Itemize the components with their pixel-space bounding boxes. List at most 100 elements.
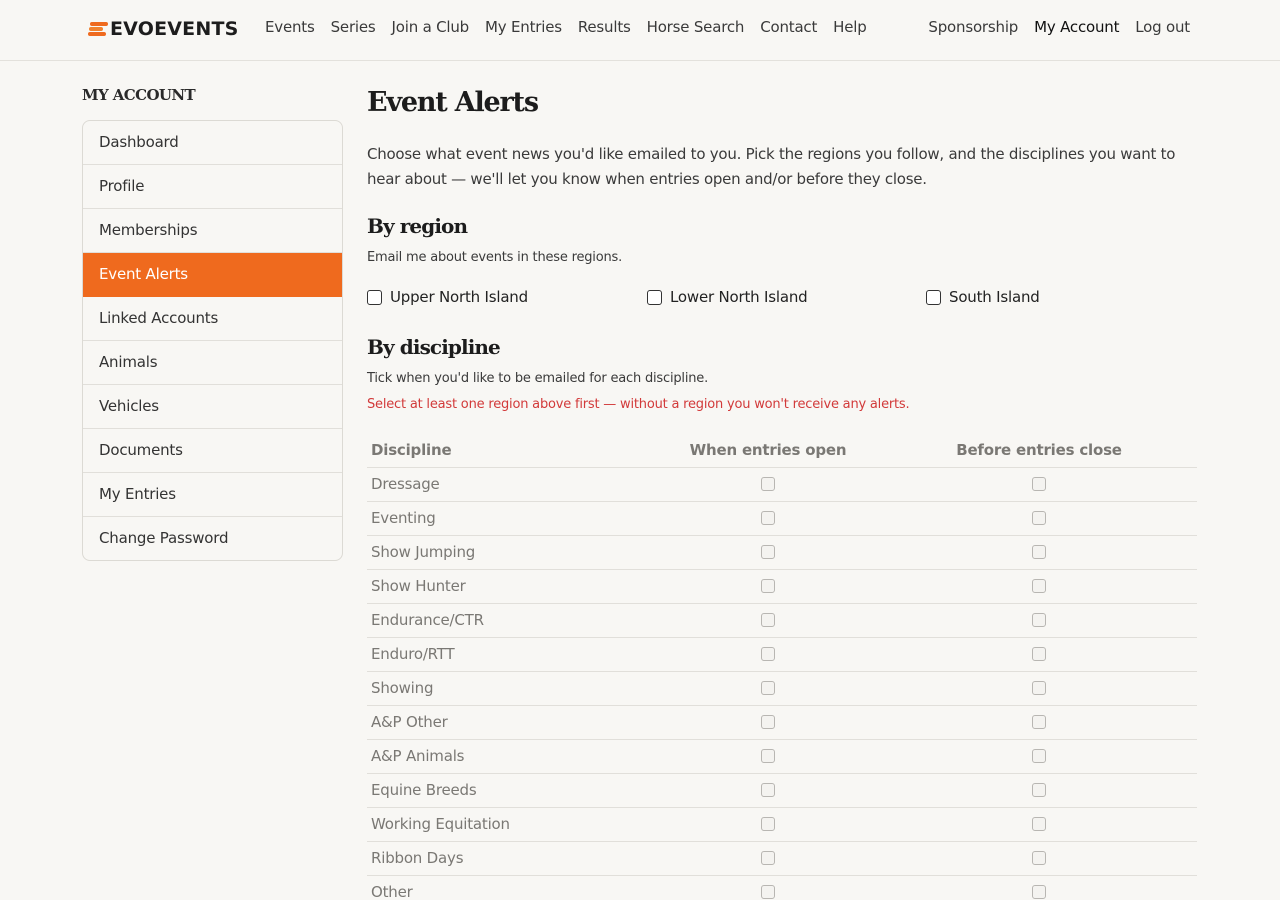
nav-link-events[interactable]: Events	[265, 18, 315, 36]
discipline-name: Equine Breeds	[367, 773, 655, 808]
table-row: Working Equitation	[367, 807, 1197, 842]
cell-entries-open	[655, 739, 881, 774]
region-option-south-island[interactable]: South Island	[926, 288, 1040, 306]
cell-entries-open	[655, 467, 881, 502]
discipline-name: Eventing	[367, 501, 655, 536]
region-label: South Island	[949, 288, 1040, 306]
region-checkbox[interactable]	[926, 289, 941, 305]
table-row: Showing	[367, 671, 1197, 706]
cell-entries-open	[655, 535, 881, 570]
entries-close-checkbox[interactable]	[1032, 749, 1046, 763]
entries-open-checkbox[interactable]	[761, 715, 775, 729]
entries-close-checkbox[interactable]	[1032, 647, 1046, 661]
cell-entries-close	[881, 773, 1197, 808]
sidebar-item-linked-accounts[interactable]: Linked Accounts	[83, 297, 342, 341]
entries-open-checkbox[interactable]	[761, 749, 775, 763]
entries-close-checkbox[interactable]	[1032, 783, 1046, 797]
sidebar-item-my-entries[interactable]: My Entries	[83, 473, 342, 517]
discipline-name: Other	[367, 875, 655, 900]
region-required-warning: Select at least one region above first —…	[367, 397, 910, 412]
discipline-name: Enduro/RTT	[367, 637, 655, 672]
discipline-name: Endurance/CTR	[367, 603, 655, 638]
region-section-subtitle: Email me about events in these regions.	[367, 250, 623, 265]
entries-open-checkbox[interactable]	[761, 681, 775, 695]
discipline-alerts-table: Discipline When entries open Before entr…	[367, 433, 1197, 900]
entries-close-checkbox[interactable]	[1032, 511, 1046, 525]
nav-link-my-account[interactable]: My Account	[1034, 18, 1119, 36]
entries-open-checkbox[interactable]	[761, 545, 775, 559]
cell-entries-close	[881, 637, 1197, 672]
sidebar-heading: MY ACCOUNT	[82, 86, 196, 104]
nav-link-join-a-club[interactable]: Join a Club	[392, 18, 470, 36]
entries-close-checkbox[interactable]	[1032, 885, 1046, 899]
cell-entries-open	[655, 671, 881, 706]
entries-open-checkbox[interactable]	[761, 477, 775, 491]
table-row: A&P Other	[367, 705, 1197, 740]
table-row: A&P Animals	[367, 739, 1197, 774]
nav-link-horse-search[interactable]: Horse Search	[647, 18, 745, 36]
entries-close-checkbox[interactable]	[1032, 579, 1046, 593]
main-nav: Events Series Join a Club My Entries Results…	[265, 18, 883, 36]
cell-entries-close	[881, 569, 1197, 604]
discipline-section-title: By discipline	[367, 335, 501, 359]
discipline-section-subtitle: Tick when you'd like to be emailed for e…	[367, 371, 708, 386]
logo-mark-icon	[88, 20, 108, 38]
entries-close-checkbox[interactable]	[1032, 715, 1046, 729]
entries-close-checkbox[interactable]	[1032, 681, 1046, 695]
entries-close-checkbox[interactable]	[1032, 545, 1046, 559]
entries-close-checkbox[interactable]	[1032, 851, 1046, 865]
account-nav: Sponsorship My Account Log out	[928, 18, 1190, 36]
entries-close-checkbox[interactable]	[1032, 477, 1046, 491]
region-checkbox[interactable]	[647, 289, 662, 305]
discipline-name: Dressage	[367, 467, 655, 502]
cell-entries-open	[655, 603, 881, 638]
cell-entries-close	[881, 671, 1197, 706]
cell-entries-open	[655, 807, 881, 842]
cell-entries-open	[655, 569, 881, 604]
region-label: Lower North Island	[670, 288, 808, 306]
entries-open-checkbox[interactable]	[761, 885, 775, 899]
entries-close-checkbox[interactable]	[1032, 817, 1046, 831]
entries-open-checkbox[interactable]	[761, 817, 775, 831]
nav-link-series[interactable]: Series	[331, 18, 376, 36]
sidebar-item-memberships[interactable]: Memberships	[83, 209, 342, 253]
region-checkbox[interactable]	[367, 289, 382, 305]
sidebar-item-event-alerts[interactable]: Event Alerts	[83, 253, 342, 297]
nav-link-my-entries[interactable]: My Entries	[485, 18, 562, 36]
nav-link-contact[interactable]: Contact	[760, 18, 817, 36]
sidebar-item-change-password[interactable]: Change Password	[83, 517, 342, 560]
page-title: Event Alerts	[367, 87, 539, 118]
nav-link-results[interactable]: Results	[578, 18, 631, 36]
table-row: Enduro/RTT	[367, 637, 1197, 672]
region-options: Upper North Island Lower North Island Sout…	[367, 288, 1197, 308]
region-option-lower-north-island[interactable]: Lower North Island	[647, 288, 808, 306]
entries-open-checkbox[interactable]	[761, 851, 775, 865]
cell-entries-close	[881, 705, 1197, 740]
sidebar-item-profile[interactable]: Profile	[83, 165, 342, 209]
cell-entries-close	[881, 841, 1197, 876]
site-logo[interactable]: EVOEVENTS	[88, 17, 239, 41]
entries-open-checkbox[interactable]	[761, 579, 775, 593]
region-option-upper-north-island[interactable]: Upper North Island	[367, 288, 528, 306]
entries-open-checkbox[interactable]	[761, 511, 775, 525]
nav-link-sponsorship[interactable]: Sponsorship	[928, 18, 1018, 36]
sidebar-item-animals[interactable]: Animals	[83, 341, 342, 385]
discipline-name: A&P Other	[367, 705, 655, 740]
sidebar-item-documents[interactable]: Documents	[83, 429, 342, 473]
table-row: Equine Breeds	[367, 773, 1197, 808]
entries-open-checkbox[interactable]	[761, 647, 775, 661]
cell-entries-close	[881, 739, 1197, 774]
nav-link-log-out[interactable]: Log out	[1135, 18, 1190, 36]
entries-open-checkbox[interactable]	[761, 613, 775, 627]
sidebar-item-vehicles[interactable]: Vehicles	[83, 385, 342, 429]
logo-text: EVOEVENTS	[110, 18, 239, 40]
column-header-entries-close: Before entries close	[881, 433, 1197, 468]
nav-link-help[interactable]: Help	[833, 18, 867, 36]
entries-open-checkbox[interactable]	[761, 783, 775, 797]
cell-entries-close	[881, 603, 1197, 638]
entries-close-checkbox[interactable]	[1032, 613, 1046, 627]
table-row: Eventing	[367, 501, 1197, 536]
cell-entries-open	[655, 705, 881, 740]
discipline-name: Show Jumping	[367, 535, 655, 570]
sidebar-item-dashboard[interactable]: Dashboard	[83, 121, 342, 165]
